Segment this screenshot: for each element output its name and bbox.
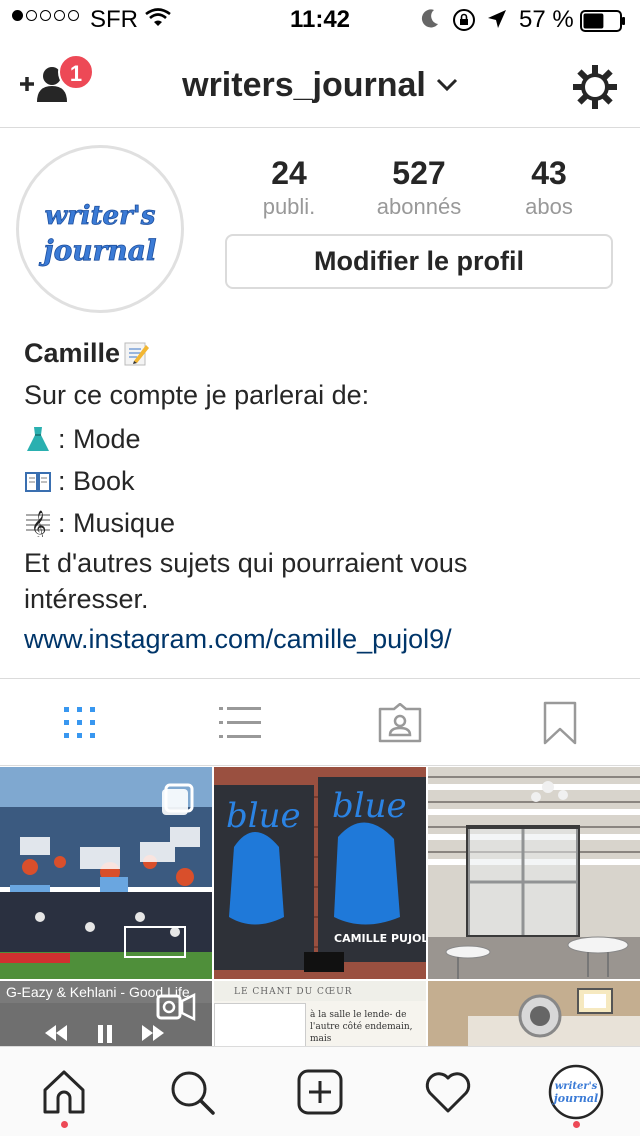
stat-posts[interactable]: 24 publi. [224,155,354,220]
following-label: abos [525,194,573,219]
writers-journal-logo: writer's journal [38,201,157,268]
search-icon [171,1071,215,1115]
svg-text:journal: journal [38,234,156,267]
music-player-controls [45,992,196,1043]
nav-new-post[interactable] [256,1047,384,1137]
status-bar: SFR 11:42 57 % [0,0,640,40]
memo-emoji-icon [124,342,150,366]
post-thumbnail[interactable]: blue blue CAMILLE PUJOL [214,767,426,979]
account-switcher[interactable]: writers_journal [0,64,640,105]
interior-photo [428,767,640,979]
followers-count: 527 [392,155,446,191]
svg-text:writer's: writer's [45,201,156,231]
battery-icon [580,10,625,32]
bio-item-mode: : Mode [58,424,141,454]
svg-text:blue: blue [226,796,301,836]
tab-list[interactable] [160,679,320,767]
profile-picture[interactable]: writer's journal [16,145,184,313]
books-photo: blue blue CAMILLE PUJOL [214,767,426,979]
profile-bio: Camille Sur ce compte je parlerai de: : … [24,332,624,660]
edit-profile-button[interactable]: Modifier le profil [225,234,613,289]
book-page-header: LE CHANT DU CŒUR [234,987,353,997]
post-thumbnail[interactable] [428,981,640,1047]
tagged-icon [378,703,422,743]
username-title: writers_journal [182,65,426,104]
book-emoji-icon [25,472,51,492]
nav-search[interactable] [128,1047,256,1137]
posts-count: 24 [271,155,307,191]
post-thumbnail[interactable] [428,767,640,979]
book-page-text: à la salle le lende- de l'autre côté end… [310,1010,413,1044]
stat-following[interactable]: 43 abos [484,155,614,220]
posts-label: publi. [262,194,316,219]
camera-photo [428,981,640,1047]
nav-activity[interactable] [384,1047,512,1137]
music-score-emoji-icon: 𝄞 [26,510,50,537]
chevron-down-icon [436,78,457,92]
grid-icon [64,707,95,738]
profile-dot [573,1121,580,1128]
following-count: 43 [531,155,567,191]
svg-text:blue: blue [332,786,407,826]
heart-icon [425,1072,471,1113]
location-arrow-icon [488,10,506,28]
dress-emoji-icon [27,427,49,451]
gear-icon[interactable] [572,64,618,110]
nav-home[interactable] [0,1047,128,1137]
nav-profile[interactable]: writer's journal [512,1047,640,1137]
bio-website-link[interactable]: www.instagram.com/camille_pujol9/ [24,618,452,660]
profile-header-bar: 1 writers_journal [0,40,640,128]
posts-grid: blue blue CAMILLE PUJOL G-Eazy & Kehlani… [0,767,640,1047]
home-icon [43,1070,85,1114]
bio-line: intéresser. [24,584,149,614]
post-thumbnail[interactable]: G-Eazy & Kehlani - Good Life [0,981,212,1047]
stat-followers[interactable]: 527 abonnés [354,155,484,220]
stadium-photo [0,767,212,979]
followers-label: abonnés [376,194,462,219]
profile-view-tabs [0,678,640,766]
bio-item-book: : Book [58,466,135,496]
tab-grid[interactable] [0,679,160,767]
moon-icon [421,9,438,28]
post-thumbnail[interactable] [0,767,212,979]
add-icon [297,1069,343,1115]
bio-item-musique: : Musique [58,508,176,538]
profile-avatar: writer's journal [548,1064,604,1120]
profile-name: Camille [24,338,121,368]
tab-tagged[interactable] [320,679,480,767]
bio-line: Sur ce compte je parlerai de: [24,380,370,410]
svg-text:𝄞: 𝄞 [31,510,46,537]
post-thumbnail[interactable]: LE CHANT DU CŒUR à la salle le lende- de… [214,981,426,1047]
list-icon [219,707,261,738]
svg-text:journal: journal [552,1092,598,1105]
saved-icon [543,701,577,745]
svg-text:writer's: writer's [555,1081,598,1092]
bottom-navigation: writer's journal [0,1046,640,1136]
tab-saved[interactable] [480,679,640,767]
activity-dot [61,1121,68,1128]
svg-text:CAMILLE PUJOL: CAMILLE PUJOL [334,932,426,945]
rotation-lock-icon [453,9,475,31]
battery-percent: 57 % [519,6,574,33]
